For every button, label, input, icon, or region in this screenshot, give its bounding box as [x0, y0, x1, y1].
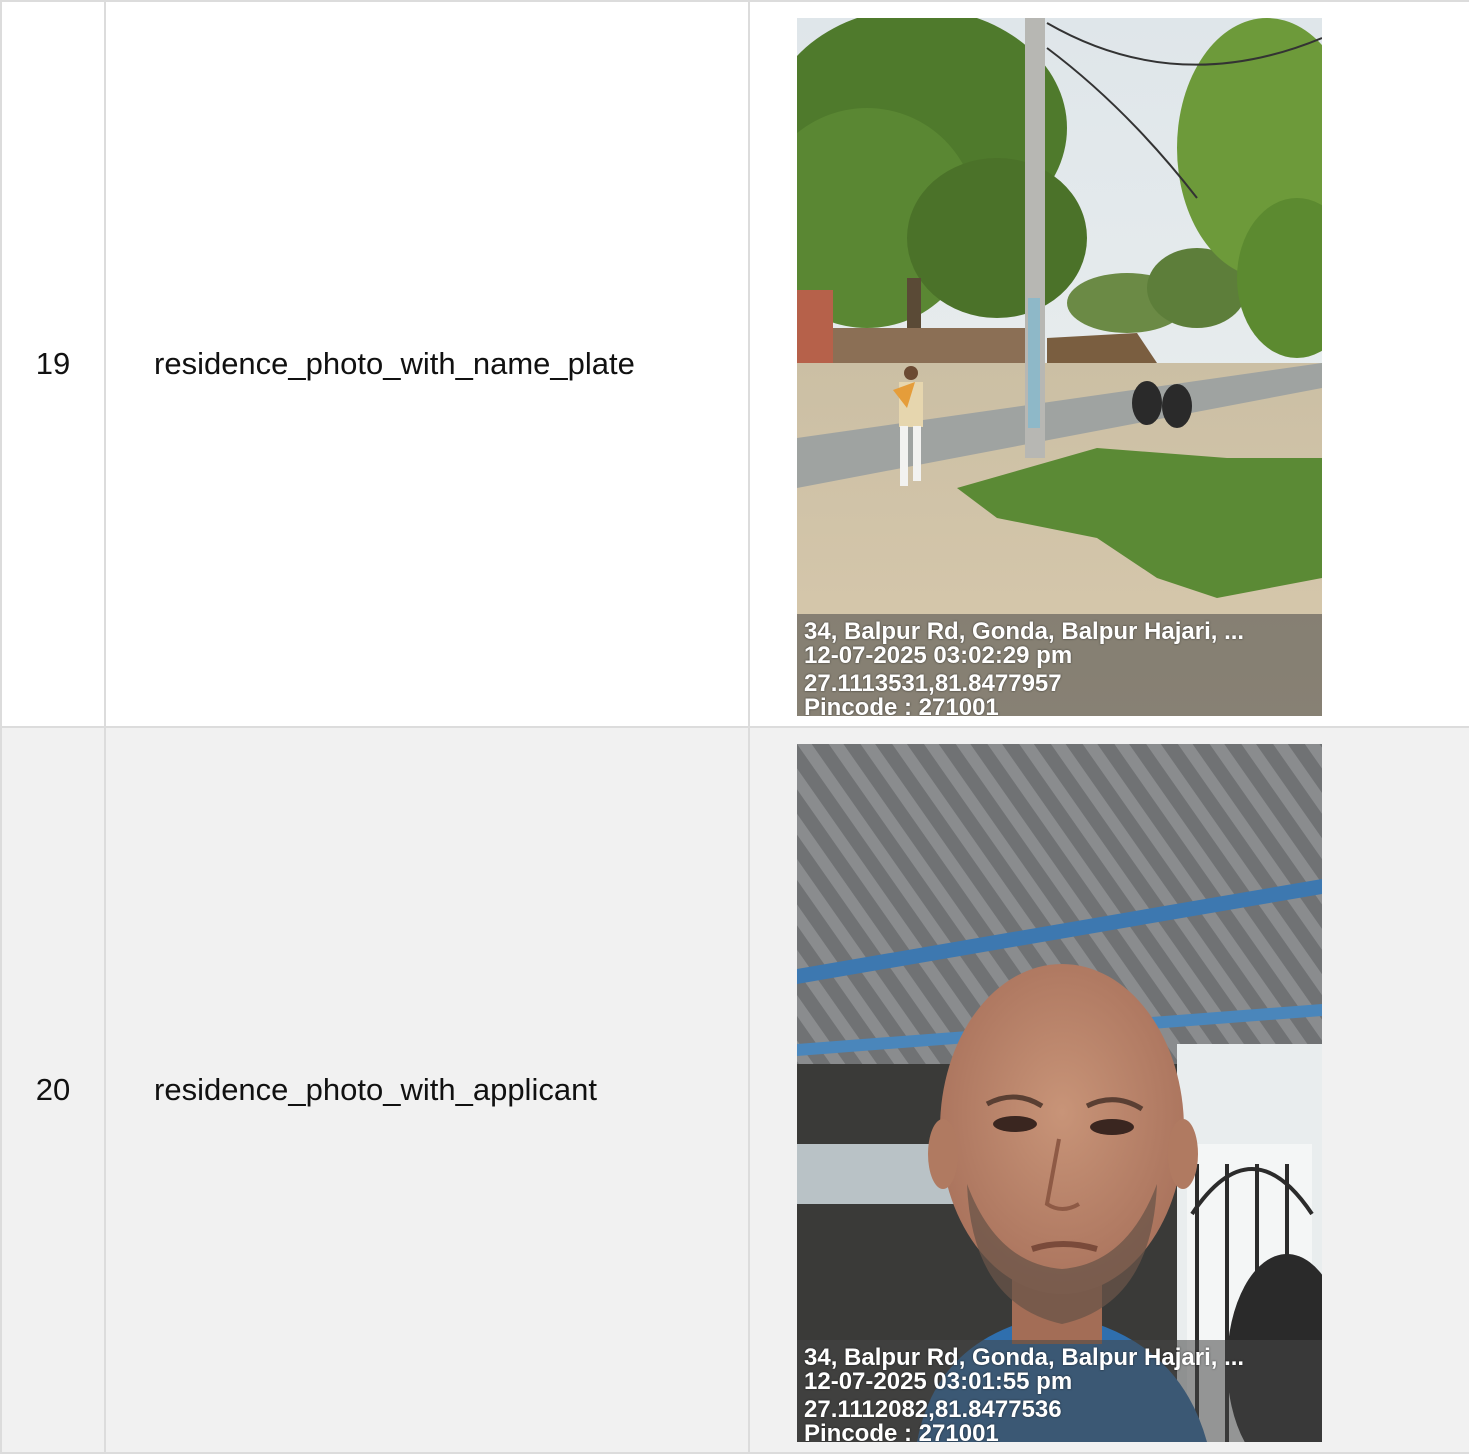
field-name: residence_photo_with_name_plate: [104, 0, 750, 728]
stamp-address: 34, Balpur Rd, Gonda, Balpur Hajari, ...: [804, 1344, 1245, 1371]
applicant-selfie-image: [797, 744, 1322, 1442]
stamp-coordinates: 27.1113531,81.8477957: [804, 670, 1062, 697]
table-row: 19 residence_photo_with_name_plate 34, B…: [0, 0, 1469, 728]
table-row: 20 residence_photo_with_applicant 34, Ba…: [0, 726, 1469, 1454]
applicant-photo[interactable]: 34, Balpur Rd, Gonda, Balpur Hajari, ...…: [797, 744, 1322, 1442]
geotag-stamp: 34, Balpur Rd, Gonda, Balpur Hajari, ...…: [797, 1340, 1322, 1442]
stamp-address: 34, Balpur Rd, Gonda, Balpur Hajari, ...: [804, 618, 1245, 645]
stamp-pincode: Pincode : 271001: [804, 1420, 999, 1443]
stamp-pincode: Pincode : 271001: [804, 694, 999, 717]
photo-report-table: 19 residence_photo_with_name_plate 34, B…: [0, 0, 1469, 1454]
row-number: 20: [0, 726, 106, 1454]
geotag-stamp: 34, Balpur Rd, Gonda, Balpur Hajari, ...…: [797, 614, 1322, 716]
street-scene-image: [797, 18, 1322, 716]
field-name: residence_photo_with_applicant: [104, 726, 750, 1454]
photo-cell: 34, Balpur Rd, Gonda, Balpur Hajari, ...…: [748, 726, 1469, 1454]
street-photo[interactable]: 34, Balpur Rd, Gonda, Balpur Hajari, ...…: [797, 18, 1322, 716]
photo-cell: 34, Balpur Rd, Gonda, Balpur Hajari, ...…: [748, 0, 1469, 728]
stamp-datetime: 12-07-2025 03:01:55 pm: [804, 1368, 1073, 1395]
stamp-datetime: 12-07-2025 03:02:29 pm: [804, 642, 1073, 669]
row-number: 19: [0, 0, 106, 728]
stamp-coordinates: 27.1112082,81.8477536: [804, 1396, 1062, 1423]
